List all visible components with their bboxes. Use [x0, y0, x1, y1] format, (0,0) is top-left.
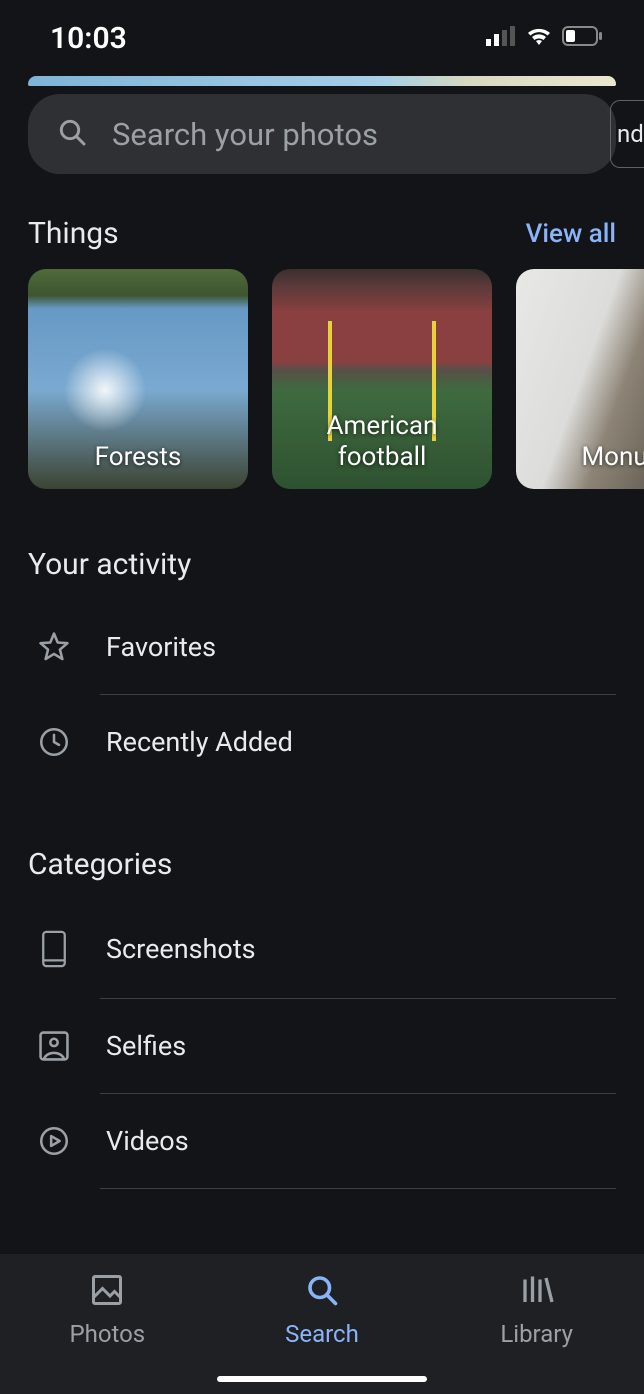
status-icons: [486, 25, 604, 51]
category-item-selfies[interactable]: Selfies: [0, 999, 644, 1093]
thing-label: Forests: [95, 442, 182, 473]
divider: [100, 1188, 616, 1189]
nav-label: Search: [285, 1320, 359, 1348]
categories-title: Categories: [0, 789, 644, 900]
thing-label: Monum: [581, 442, 644, 473]
things-view-all[interactable]: View all: [526, 219, 616, 249]
selfie-icon: [36, 1029, 72, 1063]
nav-library[interactable]: Library: [447, 1272, 627, 1348]
nav-label: Library: [500, 1320, 573, 1348]
star-icon: [36, 630, 72, 664]
things-header: Things View all: [0, 174, 644, 269]
bottom-nav: Photos Search Library: [0, 1254, 644, 1394]
home-indicator[interactable]: [217, 1376, 427, 1382]
nav-search[interactable]: Search: [232, 1272, 412, 1348]
phone-icon: [36, 930, 72, 968]
suggestion-chip-edge[interactable]: nda: [610, 100, 644, 168]
library-icon: [519, 1272, 555, 1312]
search-icon: [304, 1272, 340, 1312]
search-bar[interactable]: Search your photos nda: [28, 94, 616, 174]
search-icon: [56, 116, 88, 152]
nav-photos[interactable]: Photos: [17, 1272, 197, 1348]
status-bar: 10:03: [0, 0, 644, 76]
photos-icon: [89, 1272, 125, 1312]
things-carousel[interactable]: Forests American football Monum: [0, 269, 644, 489]
thing-card-american-football[interactable]: American football: [272, 269, 492, 489]
cellular-icon: [486, 26, 516, 50]
nav-label: Photos: [69, 1320, 145, 1348]
activity-item-favorites[interactable]: Favorites: [0, 600, 644, 694]
status-time: 10:03: [50, 21, 127, 56]
battery-icon: [562, 26, 604, 50]
map-preview-sliver[interactable]: [28, 76, 616, 86]
things-title: Things: [28, 216, 119, 251]
list-item-label: Selfies: [106, 1030, 186, 1062]
thing-card-forests[interactable]: Forests: [28, 269, 248, 489]
list-item-label: Videos: [106, 1125, 189, 1157]
thing-label: American football: [327, 411, 438, 473]
activity-title: Your activity: [0, 489, 644, 600]
search-placeholder: Search your photos: [112, 116, 378, 153]
play-circle-icon: [36, 1124, 72, 1158]
category-item-screenshots[interactable]: Screenshots: [0, 900, 644, 998]
category-item-videos[interactable]: Videos: [0, 1094, 644, 1188]
list-item-label: Screenshots: [106, 933, 256, 965]
activity-item-recently-added[interactable]: Recently Added: [0, 695, 644, 789]
clock-icon: [36, 725, 72, 759]
list-item-label: Recently Added: [106, 726, 293, 758]
thing-card-monuments[interactable]: Monum: [516, 269, 644, 489]
list-item-label: Favorites: [106, 631, 216, 663]
wifi-icon: [524, 25, 554, 51]
chip-edge-text: nda: [617, 120, 644, 148]
